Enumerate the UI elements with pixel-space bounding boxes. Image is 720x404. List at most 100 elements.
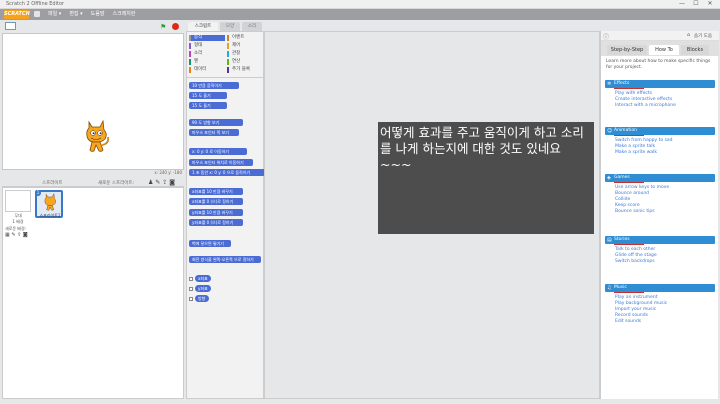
- block-point-towards[interactable]: 마우스 포인터 쪽 보기: [189, 129, 239, 136]
- tip-heading-underline: [614, 182, 644, 183]
- stage-canvas[interactable]: [2, 33, 184, 170]
- stage-backdrop-count: 1 배경: [12, 219, 24, 224]
- tips-toolbar: ⓘ ⌂ 숨기 도움: [601, 31, 719, 41]
- tab-how-to[interactable]: How To: [649, 45, 679, 55]
- new-sprite-tools: ♟ ✎ ⇪ ◙: [148, 179, 175, 186]
- sprites-label: 스프라이트: [42, 181, 63, 186]
- stage-thumbnail[interactable]: [5, 190, 31, 212]
- tab-step-by-step[interactable]: Step-by-Step: [607, 45, 647, 55]
- music-icon: ♫: [607, 285, 612, 291]
- tip-link[interactable]: Edit sounds: [605, 319, 715, 325]
- block-palette: 동작 형태 소리 펜 데이터 이벤트 제어 관찰 연산 추가 블록 10 만큼 …: [186, 31, 265, 400]
- tab-sounds[interactable]: 소리: [242, 22, 262, 31]
- block-turn-right[interactable]: 15 도 돌기: [189, 92, 227, 99]
- reporter-x-position[interactable]: x좌표: [195, 275, 211, 282]
- tip-section-music: ♫ Music Play an instrument Play backgroun…: [605, 284, 715, 325]
- block-set-y[interactable]: y좌표를 0 (으)로 정하기: [189, 219, 243, 226]
- tip-heading-underline: [614, 244, 644, 245]
- category-more-blocks[interactable]: 추가 블록: [227, 67, 263, 73]
- games-icon: ◈: [607, 175, 611, 181]
- checkbox-y-position[interactable]: [189, 287, 193, 291]
- block-set-x[interactable]: x좌표를 0 (으)로 정하기: [189, 198, 243, 205]
- category-operators[interactable]: 연산: [227, 59, 263, 65]
- tip-link[interactable]: Interact with a microphone: [605, 103, 715, 109]
- tip-link[interactable]: Bounce sonic tips: [605, 209, 715, 215]
- menu-help[interactable]: 도움말: [91, 10, 105, 19]
- tip-section-effects: ✲ Effects Play with effects Create intera…: [605, 80, 715, 109]
- minimize-button[interactable]: —: [675, 0, 689, 8]
- tip-heading-label: Animation: [614, 128, 637, 133]
- tip-heading[interactable]: ☺ Animation: [605, 127, 715, 135]
- block-change-y[interactable]: y좌표를 10 만큼 바꾸기: [189, 209, 243, 216]
- checkbox-direction[interactable]: [189, 297, 193, 301]
- tip-heading[interactable]: ✲ Effects: [605, 80, 715, 88]
- window-title: Scratch 2 Offline Editor: [6, 1, 65, 7]
- backdrop-paint-icon[interactable]: ✎: [11, 232, 15, 238]
- backdrop-library-icon[interactable]: ▦: [5, 232, 10, 238]
- tip-heading-label: Effects: [614, 81, 630, 86]
- menu-about[interactable]: 스크래치란: [112, 10, 135, 19]
- block-goto-xy[interactable]: x: 0 y: 0 로 이동하기: [189, 148, 247, 155]
- category-data[interactable]: 데이터: [189, 67, 225, 73]
- green-flag-icon[interactable]: ⚑: [160, 23, 166, 31]
- block-glide[interactable]: 1 초 동안 x: 0 y: 0 으로 움직이기: [189, 169, 265, 176]
- camera-icon[interactable]: ◙: [169, 179, 175, 186]
- block-rotation-style[interactable]: 회전 방식을 왼쪽-오른쪽 으로 정하기: [189, 256, 261, 263]
- scratch-logo[interactable]: SCRATCH: [4, 10, 30, 19]
- block-categories: 동작 형태 소리 펜 데이터 이벤트 제어 관찰 연산 추가 블록: [187, 32, 265, 78]
- checkbox-x-position[interactable]: [189, 277, 193, 281]
- tip-heading[interactable]: ♫ Music: [605, 284, 715, 292]
- upload-sprite-icon[interactable]: ⇪: [162, 179, 167, 186]
- maximize-button[interactable]: ☐: [689, 0, 703, 8]
- hide-tips-button[interactable]: 숨기 도움: [694, 33, 712, 39]
- block-move[interactable]: 10 만큼 움직이기: [189, 82, 239, 89]
- menu-edit[interactable]: 편집 ▾: [69, 10, 82, 19]
- tip-section-animation: ☺ Animation Switch from happy to sad Make…: [605, 127, 715, 156]
- tip-link[interactable]: Make a sprite walk: [605, 150, 715, 156]
- menu-file[interactable]: 파일 ▾: [48, 10, 61, 19]
- animation-icon: ☺: [607, 128, 613, 134]
- category-looks[interactable]: 형태: [189, 43, 225, 49]
- backdrop-camera-icon[interactable]: ◙: [23, 232, 28, 238]
- tab-costumes[interactable]: 모양: [220, 22, 240, 31]
- block-bounce[interactable]: 벽에 닿으면 튕기기: [189, 240, 231, 247]
- category-motion[interactable]: 동작: [189, 35, 225, 41]
- menu-items: 파일 ▾ 편집 ▾ 도움말 스크래치란: [34, 10, 135, 19]
- category-pen[interactable]: 펜: [189, 59, 225, 65]
- block-turn-left[interactable]: 15 도 돌기: [189, 102, 227, 109]
- tip-heading[interactable]: ◈ Games: [605, 174, 715, 182]
- tab-blocks[interactable]: Blocks: [681, 45, 709, 55]
- globe-icon[interactable]: [34, 11, 40, 17]
- tip-section-stories: ▤ Stories Talk to each other Glide off th…: [605, 236, 715, 265]
- cat-sprite[interactable]: [81, 118, 111, 154]
- category-sensing[interactable]: 관찰: [227, 51, 263, 57]
- reporter-direction[interactable]: 방향: [195, 295, 209, 302]
- paint-sprite-icon[interactable]: ✎: [155, 179, 160, 186]
- sprite-thumbnail[interactable]: 1 스프라이트1: [35, 190, 63, 218]
- backdrop-upload-icon[interactable]: ⇪: [17, 232, 21, 238]
- category-events[interactable]: 이벤트: [227, 35, 263, 41]
- reporter-y-position[interactable]: y좌표: [195, 285, 211, 292]
- home-icon[interactable]: ⌂: [687, 32, 690, 38]
- block-goto[interactable]: 마우스 포인터 위치로 이동하기: [189, 159, 253, 166]
- presentation-mode-icon[interactable]: [5, 22, 16, 30]
- tip-link[interactable]: Switch backdrops: [605, 259, 715, 265]
- block-change-x[interactable]: x좌표를 10 만큼 바꾸기: [189, 188, 243, 195]
- help-icon[interactable]: ⓘ: [603, 32, 609, 41]
- sprite-list-pane: 무대 1 배경 새로운 배경: ▦ ✎ ⇪ ◙ 1 스프라이트1: [2, 187, 184, 399]
- category-control[interactable]: 제어: [227, 43, 263, 49]
- category-sound[interactable]: 소리: [189, 51, 225, 57]
- sprite-name: 스프라이트1: [39, 213, 61, 218]
- tip-heading[interactable]: ▤ Stories: [605, 236, 715, 244]
- tips-tabs: Step-by-Step How To Blocks: [601, 41, 719, 56]
- tips-intro: Learn more about how to make specific th…: [606, 59, 711, 70]
- cat-thumb-icon: [44, 192, 56, 211]
- close-button[interactable]: ✕: [703, 0, 717, 8]
- block-point-direction[interactable]: 90 도 방향 보기: [189, 119, 243, 126]
- tip-section-games: ◈ Games Use arrow keys to move Bounce aro…: [605, 174, 715, 215]
- stop-icon[interactable]: [172, 23, 179, 30]
- tab-scripts[interactable]: 스크립트: [188, 22, 218, 31]
- motion-blocks: 10 만큼 움직이기 15 도 돌기 15 도 돌기 90 도 방향 보기 마우…: [187, 78, 265, 400]
- choose-sprite-icon[interactable]: ♟: [148, 179, 153, 186]
- stage-thumb-label: 무대 1 배경: [5, 213, 31, 225]
